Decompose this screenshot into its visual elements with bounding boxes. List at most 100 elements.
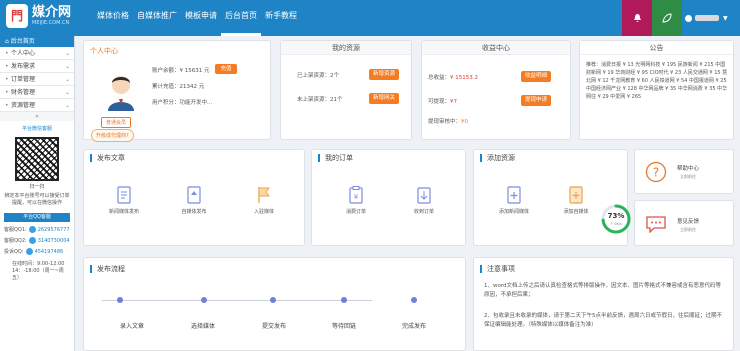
logo-subtitle: MEIJIE.COM.CN	[32, 20, 70, 26]
collapse-icon: «	[35, 113, 39, 120]
sidebar-header[interactable]: ⌂ 后台首页	[0, 36, 74, 47]
self-media-publish-button[interactable]: 自媒体发布	[174, 185, 214, 215]
qr-description: 绑定本平台账号可以接受订单提醒，可以在微信操作	[4, 193, 70, 206]
qq-icon	[28, 237, 36, 244]
top-bar: 門 媒介网 MEIJIE.COM.CN 媒体价格 自媒体推广 模板申请 后台首页…	[0, 0, 740, 36]
personal-center-title: 个人中心	[90, 47, 118, 55]
wechat-qr-code	[15, 137, 59, 181]
pending-withdraw-line: 提现审核中：¥0	[428, 119, 469, 125]
nav-tutorial[interactable]: 新手教程	[261, 0, 301, 36]
chevron-down-icon: ⌄	[64, 50, 70, 57]
publish-flow-card: 发布流程 录入文章 选择媒体 提交发布 等待回链 完成发布	[83, 257, 466, 351]
inbox-icon	[417, 187, 431, 204]
points-line: 用户积分：功能开发中...	[152, 100, 213, 106]
site-logo[interactable]: 門 媒介网 MEIJIE.COM.CN	[6, 4, 71, 28]
nav-template[interactable]: 模板申请	[181, 0, 221, 36]
sidebar-collapse-button[interactable]: «	[0, 112, 74, 121]
chevron-down-icon: ⌄	[64, 89, 70, 96]
qq-link-3[interactable]: 454197486	[35, 249, 64, 255]
online-resources-line: 已上架资源：2个	[297, 73, 340, 79]
publish-title: 发布文章	[90, 154, 125, 162]
self-media-icon	[187, 186, 201, 204]
publish-flow-title: 发布流程	[90, 265, 125, 273]
nav-dashboard[interactable]: 后台首页	[221, 0, 261, 36]
help-center-link[interactable]: 立即前往	[680, 174, 696, 180]
avatar	[685, 14, 692, 22]
my-resources-title: 我的资源	[281, 41, 411, 55]
help-center-card[interactable]: ? 帮助中心 立即前往	[634, 149, 734, 194]
flow-step-3: 提交发布	[262, 323, 287, 330]
notes-title: 注意事项	[480, 265, 515, 273]
qq-icon	[28, 226, 36, 233]
sidebar-item-orders[interactable]: • 订单管理 ⌄	[0, 73, 74, 86]
notes-card: 注意事项 1、word文档上传之后请认真检查格式等排版操作，因文本、图片等格式不…	[473, 257, 734, 351]
user-avatar-illustration	[108, 76, 134, 111]
sidebar-item-resources[interactable]: • 资源管理 ⌄	[0, 99, 74, 112]
logo-mark: 門	[6, 4, 28, 28]
qq-service-title: 平台QQ客服	[4, 213, 70, 222]
orders-title: 我的订单	[318, 154, 353, 162]
leaf-icon	[662, 13, 672, 23]
flag-icon	[258, 187, 270, 203]
nav-media-price[interactable]: 媒体价格	[93, 0, 133, 36]
note-item-1: 1、word文档上传之后请认真检查格式等排版操作，因文本、图片等格式不兼容或含有…	[484, 283, 722, 298]
note-item-2: 2、包收录且未收录的媒体，请于第二天下午5点半前反馈，遇周六日或节假日，往后顺延…	[484, 313, 723, 328]
notice-text: 推荐：消费日报 ¥ 13 光明网科技 ¥ 195 民族新闻 ¥ 215 中国财新…	[586, 62, 728, 100]
feedback-card[interactable]: 意见反馈 立即前往	[634, 200, 734, 246]
qq-row-3: 投诉QQ: 454197486	[4, 248, 64, 255]
add-news-media-button[interactable]: 添加新闻媒体	[494, 185, 534, 215]
join-media-button[interactable]: 入驻媒体	[244, 185, 284, 215]
income-center-title: 收益中心	[422, 41, 570, 55]
flow-step-dot	[411, 297, 417, 303]
main-nav: 媒体价格 自媒体推广 模板申请 后台首页 新手教程	[93, 0, 301, 36]
speed-meter-sub: ↑ 0K/s	[610, 222, 622, 226]
flow-step-dot	[341, 297, 347, 303]
income-detail-button[interactable]: 收益明细	[521, 71, 551, 82]
sidebar-item-finance[interactable]: • 财务管理 ⌄	[0, 86, 74, 99]
my-resources-card: 我的资源 已上架资源：2个 新增资源 未上架资源：21个 新增网关	[280, 40, 412, 140]
sidebar-item-personal[interactable]: • 个人中心 ⌄	[0, 47, 74, 60]
qq-row-2: 客服QQ2: 3140730004	[4, 237, 70, 244]
news-media-publish-button[interactable]: 新闻媒体发布	[104, 185, 144, 215]
news-media-icon	[117, 186, 131, 204]
flow-track	[102, 300, 372, 301]
logo-title: 媒介网	[32, 5, 72, 20]
qq-link-1[interactable]: 2629576777	[38, 227, 70, 233]
add-self-media-button[interactable]: 添加自媒体	[556, 185, 596, 215]
withdrawable-line: 可提现：¥7	[428, 99, 458, 105]
notification-button[interactable]	[622, 0, 652, 36]
received-orders-button[interactable]: 收到订单	[404, 185, 444, 215]
feedback-link[interactable]: 立即前往	[680, 227, 696, 233]
income-center-card: 收益中心 总收益：¥ 15153.2 收益明细 可提现：¥7 提现申请 提现审核…	[421, 40, 571, 140]
help-center-label: 帮助中心	[677, 166, 700, 172]
feedback-label: 意见反馈	[677, 219, 700, 225]
qr-caption: 扫一扫	[29, 184, 45, 190]
personal-center-card: 个人中心 普通会员 升级成代理商? 账户余额：¥ 15631 元 充值 累计充值…	[83, 40, 271, 142]
add-resource-button[interactable]: 新增资源	[369, 69, 399, 80]
chevron-down-icon: ▼	[723, 14, 728, 22]
withdraw-button[interactable]: 提现申请	[521, 95, 551, 106]
user-menu[interactable]: ▼	[682, 0, 740, 36]
qq-link-2[interactable]: 3140730004	[38, 238, 70, 244]
chevron-down-icon: ⌄	[64, 76, 70, 83]
recharge-button[interactable]: 充值	[215, 64, 237, 74]
doc-plus-orange-icon	[569, 186, 583, 204]
flow-step-1: 录入文章	[120, 323, 145, 330]
home-button[interactable]	[652, 0, 682, 36]
total-income-line: 总收益：¥ 15153.2	[428, 75, 479, 81]
flow-step-dot	[201, 297, 207, 303]
add-gateway-button[interactable]: 新增网关	[369, 93, 399, 104]
member-level-badge: 普通会员	[101, 117, 132, 128]
upgrade-agent-button[interactable]: 升级成代理商?	[91, 129, 134, 142]
notice-card: 公告 推荐：消费日报 ¥ 13 光明网科技 ¥ 195 民族新闻 ¥ 215 中…	[579, 40, 734, 140]
flow-step-dot	[117, 297, 123, 303]
nav-self-media[interactable]: 自媒体推广	[133, 0, 181, 36]
add-resource-card: 添加资源 添加新闻媒体 添加自媒体 73% ↑ 0K/s	[473, 149, 631, 246]
clipboard-icon: ¥	[349, 186, 363, 204]
sidebar-item-publish[interactable]: • 发布需求 ⌄	[0, 60, 74, 73]
chevron-down-icon: ⌄	[64, 63, 70, 70]
notice-title: 公告	[580, 41, 733, 55]
consumption-orders-button[interactable]: ¥ 消费订单	[336, 185, 376, 215]
question-icon: ?	[645, 161, 667, 183]
svg-text:¥: ¥	[354, 193, 359, 201]
